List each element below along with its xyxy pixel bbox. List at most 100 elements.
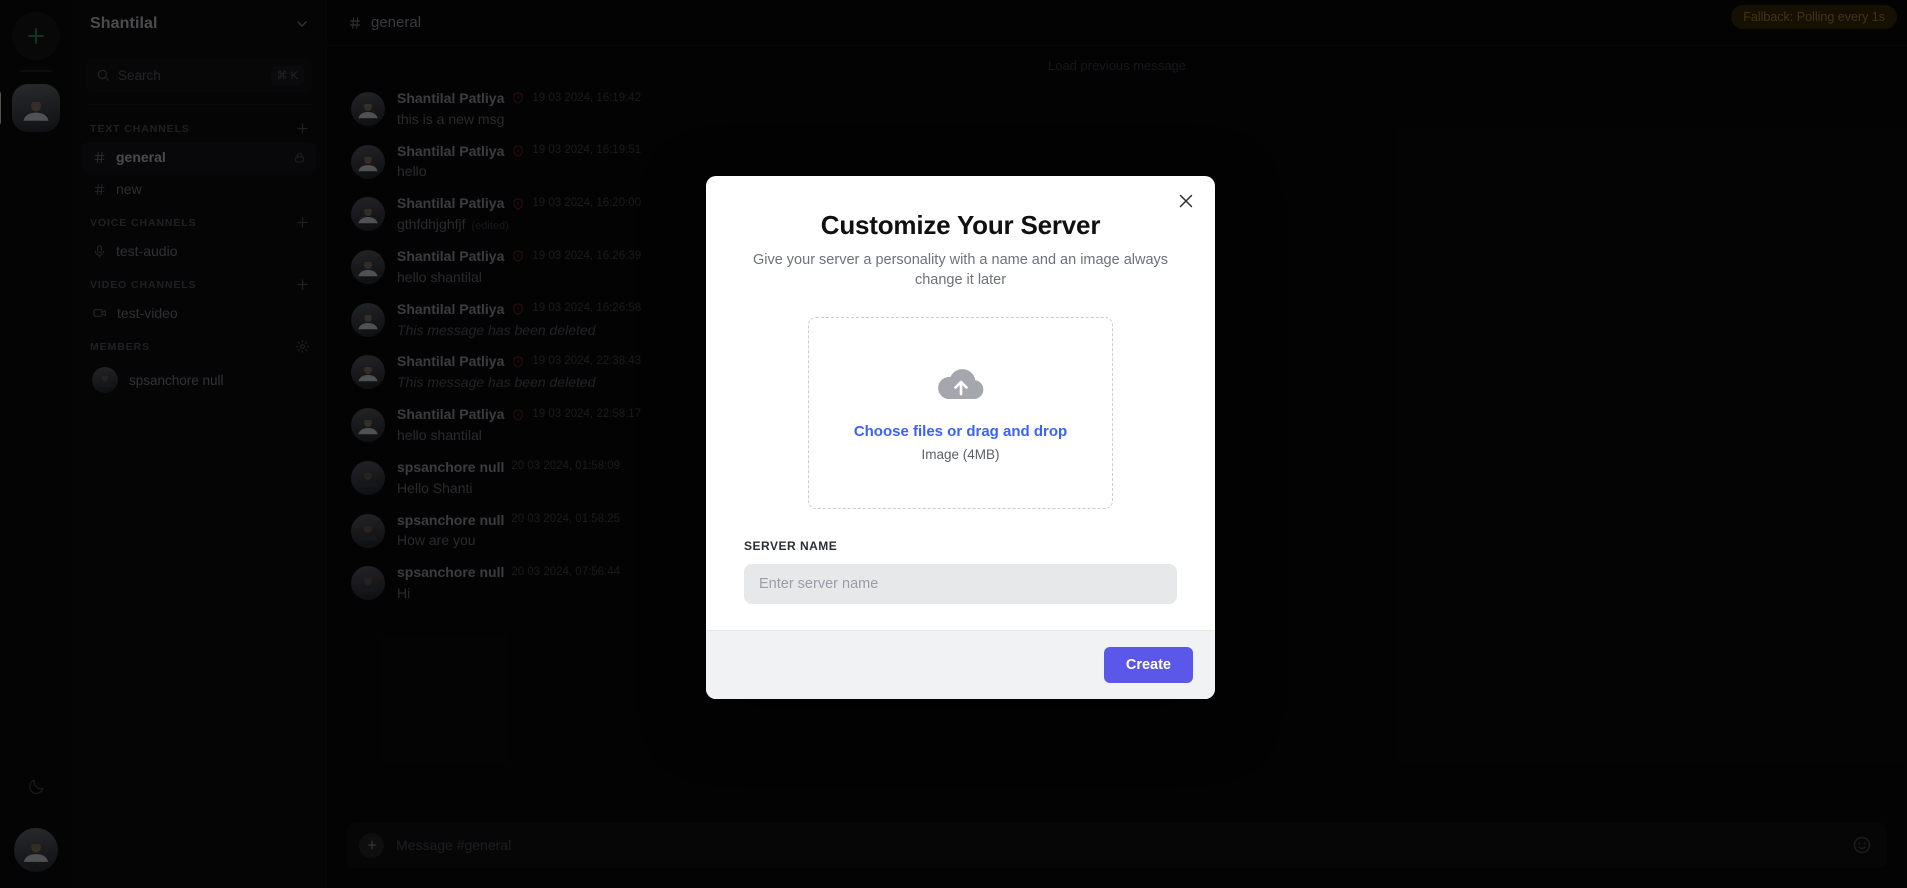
message-timestamp: 20 03 2024, 07:56:44: [511, 565, 621, 578]
message-text: This message has been deleted: [397, 321, 596, 338]
close-modal-button[interactable]: [1173, 188, 1199, 214]
message-header: spsanchore null 20 03 2024, 07:56:44: [397, 564, 620, 581]
message-header: Shantilal Patliya 19 03 2024, 22:38:43: [397, 353, 641, 370]
message-author: Shantilal Patliya: [397, 248, 505, 265]
avatar: [351, 250, 385, 285]
sidebar-item-test-audio[interactable]: test-audio: [82, 236, 316, 266]
choose-files-link[interactable]: Choose files or drag and drop: [854, 423, 1067, 440]
sidebar-item-test-video[interactable]: test-video: [82, 298, 316, 328]
message-timestamp: 19 03 2024, 16:26:58: [532, 302, 642, 315]
server-rail: [0, 0, 72, 888]
attach-button[interactable]: [359, 832, 384, 858]
message-item: Shantilal Patliya 19 03 2024, 16:19:42 thi…: [327, 83, 1907, 136]
server-name-input[interactable]: [744, 564, 1177, 605]
plus-icon: [28, 28, 44, 44]
message-text: gthfdhjghfjf (edited): [397, 216, 509, 233]
message-author: spsanchore null: [397, 511, 505, 528]
message-composer[interactable]: Message #general: [347, 822, 1887, 868]
message-body: Shantilal Patliya 19 03 2024, 16:26:39 hel…: [397, 248, 641, 287]
message-header: spsanchore null 20 03 2024, 01:58:09: [397, 459, 620, 476]
avatar: [351, 355, 385, 390]
video-camera-icon: [93, 309, 106, 317]
page-title: general: [371, 14, 422, 31]
member-item-spsanchore-null[interactable]: spsanchore null: [82, 361, 316, 399]
status-badge-fallback: Fallback: Polling every 1s: [1731, 5, 1897, 29]
admin-shield-icon: [513, 92, 523, 105]
search-placeholder: Search: [118, 67, 161, 83]
search-input[interactable]: Search ⌘ K: [86, 58, 312, 92]
avatar: [351, 460, 385, 495]
message-header: Shantilal Patliya 19 03 2024, 16:20:00: [397, 195, 641, 212]
admin-shield-icon: [513, 356, 523, 368]
message-timestamp: 19 03 2024, 16:26:39: [532, 249, 642, 262]
message-timestamp: 20 03 2024, 01:58:25: [511, 513, 621, 525]
sidebar-item-general[interactable]: general: [82, 142, 316, 172]
sidebar-item-new[interactable]: new: [82, 174, 316, 204]
modal-subtitle: Give your server a personality with a na…: [752, 252, 1169, 288]
add-video-channel-button[interactable]: [295, 277, 310, 292]
search-area: Search ⌘ K: [72, 48, 326, 100]
message-timestamp: 20 03 2024, 01:58:09: [511, 460, 621, 473]
moon-icon: [28, 779, 43, 794]
member-settings-button[interactable]: [295, 339, 310, 354]
plus-icon: [297, 123, 308, 134]
message-input-placeholder[interactable]: Message #general: [396, 837, 1837, 853]
message-text: Hi: [397, 584, 411, 601]
modal-title: Customize Your Server: [820, 210, 1101, 240]
modal-body: Customize Your Server Give your server a…: [706, 176, 1215, 630]
app-root: Shantilal Search ⌘ K TEXT CHANNELS gener…: [0, 0, 1907, 888]
close-icon: [1179, 194, 1193, 208]
search-icon: [97, 69, 109, 81]
image-dropzone[interactable]: Choose files or drag and drop Image (4MB…: [808, 317, 1113, 510]
user-avatar-button[interactable]: [14, 828, 58, 872]
message-header: Shantilal Patliya 19 03 2024, 16:19:51: [397, 143, 641, 160]
avatar-photo: [23, 844, 49, 862]
message-author: Shantilal Patliya: [397, 142, 505, 159]
plus-icon: [297, 279, 308, 290]
create-button[interactable]: Create: [1103, 647, 1193, 684]
message-timestamp: 19 03 2024, 22:38:43: [532, 354, 642, 367]
message-timestamp: 19 03 2024, 16:19:42: [532, 91, 642, 104]
message-author: Shantilal Patliya: [397, 195, 505, 212]
add-server-button[interactable]: [12, 12, 60, 60]
add-text-channel-button[interactable]: [295, 121, 310, 136]
channel-header: general: [327, 0, 1907, 46]
emoji-picker-button[interactable]: [1849, 832, 1875, 858]
plus-icon: [367, 840, 376, 850]
load-previous-message-button[interactable]: Load previous message: [327, 46, 1907, 83]
server-name-label: SERVER NAME: [744, 539, 838, 554]
rail-divider: [20, 70, 52, 72]
message-author: Shantilal Patliya: [397, 300, 505, 317]
gear-icon: [296, 340, 309, 353]
group-header-voice-channels: VOICE CHANNELS: [72, 205, 326, 235]
message-body: spsanchore null 20 03 2024, 01:58:25 How a…: [397, 512, 620, 551]
active-server-indicator: [0, 90, 1, 126]
group-label: MEMBERS: [90, 340, 150, 353]
channel-label: general: [116, 149, 166, 165]
server-header[interactable]: Shantilal: [72, 0, 326, 48]
message-text: hello shantilal: [397, 268, 482, 285]
server-name-title: Shantilal: [90, 15, 158, 32]
admin-shield-icon: [513, 408, 523, 421]
message-header: Shantilal Patliya 19 03 2024, 16:19:42: [397, 90, 641, 107]
chevron-down-icon[interactable]: [294, 16, 310, 32]
avatar: [351, 513, 385, 548]
composer-area: Message #general: [327, 822, 1907, 888]
group-label: VIDEO CHANNELS: [90, 278, 197, 291]
rail-bottom: [14, 766, 58, 888]
admin-shield-icon: [513, 198, 523, 210]
channel-sidebar: Shantilal Search ⌘ K TEXT CHANNELS gener…: [72, 0, 327, 888]
microphone-icon: [94, 244, 105, 258]
message-text: How are you: [397, 532, 476, 549]
plus-icon: [297, 217, 308, 228]
theme-toggle-button[interactable]: [16, 766, 56, 806]
customize-server-modal: Customize Your Server Give your server a…: [706, 176, 1215, 700]
hash-icon: [94, 183, 105, 195]
message-header: spsanchore null 20 03 2024, 01:58:25: [397, 512, 620, 529]
message-body: Shantilal Patliya 19 03 2024, 16:19:51 hel…: [397, 143, 641, 182]
server-item-shantilal[interactable]: [0, 84, 60, 132]
add-voice-channel-button[interactable]: [295, 215, 310, 230]
search-shortcut: ⌘ K: [270, 65, 304, 85]
message-body: Shantilal Patliya 19 03 2024, 16:26:58 Thi…: [397, 301, 641, 340]
message-author: Shantilal Patliya: [397, 406, 505, 423]
